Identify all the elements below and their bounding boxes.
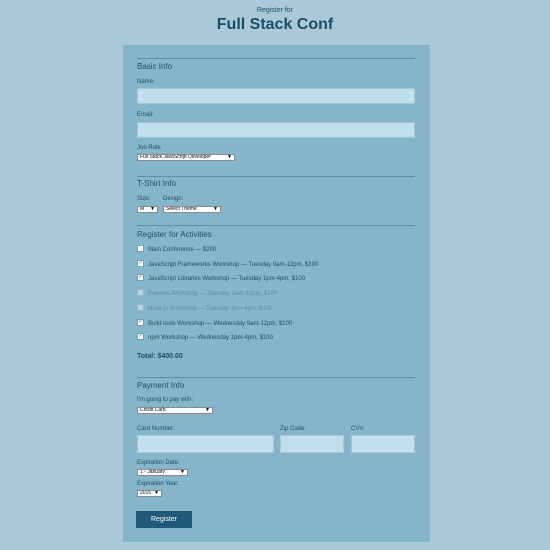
payment-info-heading: Payment Info — [137, 381, 185, 390]
job-role-label: Job Role — [137, 145, 161, 151]
page-title: Full Stack Conf — [216, 16, 334, 33]
page-subtitle: Register for — [256, 7, 294, 14]
exp-year-label: Expiration Year: — [137, 481, 180, 487]
design-select[interactable]: Select Theme ▼ — [163, 206, 221, 213]
registration-form: Basic Info Name: Email: Job Role Full St… — [123, 45, 430, 542]
name-field[interactable] — [137, 88, 415, 104]
activity-item[interactable]: ✓ npm Workshop — Wednesday 1pm-4pm, $100 — [137, 333, 273, 342]
size-label: Size: — [137, 196, 151, 202]
activity-label: JavaScript Frameworks Workshop — Tuesday… — [148, 261, 319, 268]
exp-year-select[interactable]: 2016 ▼ — [137, 490, 162, 497]
exp-month-value: 1 - January — [140, 469, 166, 475]
name-label: Name: — [137, 79, 155, 85]
payment-method-select[interactable]: Credit Card ▼ — [137, 407, 213, 414]
email-label: Email: — [137, 112, 154, 118]
design-label: Design: — [163, 196, 184, 202]
payment-method-value: Credit Card — [140, 407, 166, 413]
activity-label: Express Workshop — Tuesday 9am-12pm, $10… — [148, 291, 278, 298]
card-number-label: Card Number: — [137, 426, 175, 432]
email-field[interactable] — [137, 122, 415, 138]
section-divider — [137, 176, 415, 177]
chevron-down-icon: ▼ — [154, 490, 159, 496]
tshirt-info-heading: T-Shirt Info — [137, 179, 177, 188]
register-button[interactable]: Register — [136, 511, 192, 528]
chevron-down-icon: ▼ — [150, 206, 155, 212]
activity-checkbox[interactable]: ✓ — [137, 318, 144, 326]
section-divider — [137, 58, 415, 59]
activity-item: Express Workshop — Tuesday 9am-12pm, $10… — [137, 289, 278, 298]
activity-checkbox — [137, 289, 144, 297]
chevron-down-icon: ▼ — [180, 469, 185, 475]
zip-code-field[interactable] — [280, 435, 344, 453]
activity-label: JavaScript Libraries Workshop — Tuesday … — [148, 276, 305, 283]
exp-year-value: 2016 — [140, 490, 152, 496]
size-value: M — [140, 206, 145, 212]
job-role-value: Full Stack JavaScript Developer — [140, 154, 211, 160]
section-divider — [137, 225, 415, 226]
exp-date-label: Expiration Date: — [137, 460, 180, 466]
chevron-down-icon: ▼ — [205, 407, 210, 413]
card-number-field[interactable] — [137, 435, 274, 453]
cvv-field[interactable] — [351, 435, 415, 453]
activity-item: Node.js Workshop — Tuesday 1pm-4pm, $100 — [137, 303, 273, 312]
chevron-down-icon: ▼ — [227, 154, 232, 160]
activities-total: Total: $400.00 — [137, 353, 183, 360]
activity-item[interactable]: Main Conference — $200 — [137, 245, 217, 254]
job-role-select[interactable]: Full Stack JavaScript Developer ▼ — [137, 154, 235, 161]
zip-code-label: Zip Code: — [280, 426, 307, 432]
activity-item[interactable]: ✓ JavaScript Libraries Workshop — Tuesday… — [137, 274, 305, 283]
section-divider — [137, 377, 415, 378]
activity-checkbox[interactable]: ✓ — [137, 274, 144, 282]
exp-month-select[interactable]: 1 - January ▼ — [137, 469, 188, 476]
activity-item[interactable]: ✓ Build tools Workshop — Wednesday 9am-12… — [137, 318, 293, 327]
activity-item[interactable]: ✓ JavaScript Frameworks Workshop — Tuesda… — [137, 259, 319, 268]
activities-heading: Register for Activities — [137, 230, 212, 239]
activity-label: Node.js Workshop — Tuesday 1pm-4pm, $100 — [148, 305, 273, 312]
activity-checkbox[interactable]: ✓ — [137, 259, 144, 267]
activity-checkbox[interactable]: ✓ — [137, 333, 144, 341]
activity-label: Build tools Workshop — Wednesday 9am-12p… — [148, 320, 293, 327]
page-header: Register for Full Stack Conf — [0, 0, 550, 34]
activity-label: Main Conference — $200 — [148, 247, 217, 254]
activity-checkbox — [137, 303, 144, 311]
activity-label: npm Workshop — Wednesday 1pm-4pm, $100 — [148, 335, 273, 342]
basic-info-heading: Basic Info — [137, 62, 173, 71]
chevron-down-icon: ▼ — [213, 206, 218, 212]
pay-with-label: I'm going to pay with: — [137, 397, 194, 403]
activity-checkbox[interactable] — [137, 245, 144, 252]
size-select[interactable]: M ▼ — [137, 206, 158, 213]
design-value: Select Theme — [166, 206, 197, 212]
cvv-label: CVV: — [351, 426, 365, 432]
